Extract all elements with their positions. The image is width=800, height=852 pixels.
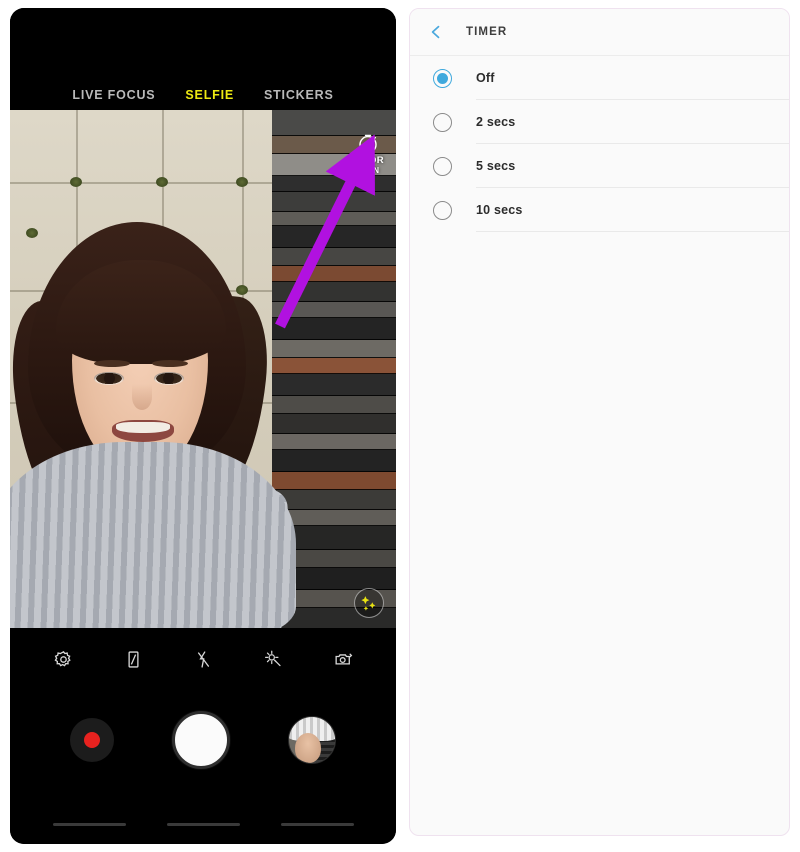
camera-app-panel: LIVE FOCUS SELFIE STICKERS S HDR ON — [10, 8, 396, 844]
nav-back-button[interactable] — [280, 822, 354, 826]
gallery-thumbnail-button[interactable] — [288, 716, 336, 764]
option-label: 2 secs — [476, 114, 516, 129]
timer-icon[interactable]: S — [356, 132, 380, 156]
camera-shutter-row — [10, 694, 396, 786]
radio-button[interactable] — [433, 68, 452, 88]
settings-header: TIMER — [410, 9, 789, 56]
screenshot-root: LIVE FOCUS SELFIE STICKERS S HDR ON TIME… — [0, 0, 800, 852]
timer-option-10-secs[interactable]: 10 secs — [410, 188, 789, 232]
settings-icon[interactable] — [46, 642, 80, 676]
record-dot-icon — [84, 732, 100, 748]
nav-recents-button[interactable] — [52, 822, 126, 826]
chevron-left-icon[interactable] — [428, 24, 444, 40]
option-label: 10 secs — [476, 202, 523, 217]
flash-off-icon[interactable] — [186, 642, 220, 676]
beauty-effect-icon[interactable] — [256, 642, 290, 676]
hdr-state: ON — [366, 166, 380, 175]
camera-mode-bar: LIVE FOCUS SELFIE STICKERS — [10, 8, 396, 110]
camera-toolbar — [10, 628, 396, 690]
android-navigation-bar — [10, 804, 396, 844]
beauty-sparkle-icon[interactable] — [354, 588, 384, 618]
option-label: 5 secs — [476, 158, 516, 173]
capture-photo-button[interactable] — [172, 711, 230, 769]
mode-tab-selfie[interactable]: SELFIE — [185, 88, 234, 102]
mode-tab-stickers[interactable]: STICKERS — [264, 88, 334, 102]
timer-settings-panel: TIMER Off 2 secs 5 secs 10 secs — [409, 8, 790, 836]
timer-option-5-secs[interactable]: 5 secs — [410, 144, 789, 188]
timer-option-2-secs[interactable]: 2 secs — [410, 100, 789, 144]
switch-camera-icon[interactable] — [326, 642, 360, 676]
aspect-ratio-icon[interactable] — [116, 642, 150, 676]
camera-preview[interactable]: S HDR ON — [10, 110, 396, 628]
page-title: TIMER — [466, 26, 508, 38]
option-label: Off — [476, 70, 495, 85]
mode-tab-live-focus[interactable]: LIVE FOCUS — [72, 88, 155, 102]
radio-button[interactable] — [433, 112, 452, 132]
radio-button[interactable] — [433, 156, 452, 176]
timer-options-list: Off 2 secs 5 secs 10 secs — [410, 56, 789, 232]
svg-text:S: S — [365, 142, 370, 151]
timer-option-off[interactable]: Off — [410, 56, 789, 100]
subject-person — [10, 110, 296, 628]
hdr-status-badge: HDR ON — [362, 156, 384, 176]
hdr-label: HDR — [362, 155, 384, 166]
record-video-button[interactable] — [70, 718, 114, 762]
radio-button[interactable] — [433, 200, 452, 220]
nav-home-button[interactable] — [166, 822, 240, 826]
